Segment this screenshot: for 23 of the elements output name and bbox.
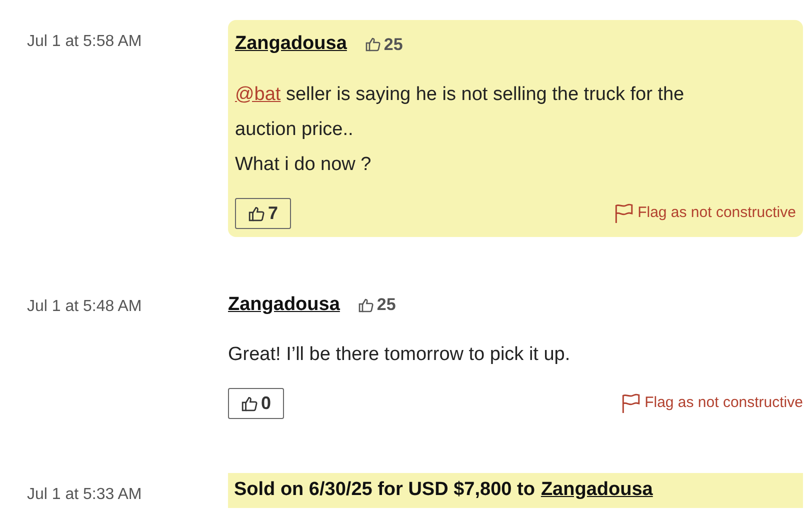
flag-icon [612,202,634,224]
buyer-link[interactable]: Zangadousa [540,476,653,504]
timestamp: Jul 1 at 5:58 AM [27,33,142,50]
reputation-count: 25 [358,292,396,318]
thumbs-up-icon [248,204,265,222]
username-link[interactable]: Zangadousa [228,290,340,319]
reputation-count: 25 [364,32,403,57]
thumbs-up-icon [364,36,381,52]
sale-text: Sold on 6/30/25 for USD $7,800 to [234,478,535,502]
mention-link[interactable]: @bat [235,84,281,104]
like-button[interactable]: 0 [228,388,284,419]
comment-text: What i do now ? [235,152,372,176]
thumbs-up-icon [241,395,258,412]
comment-text: Great! I’ll be there tomorrow to pick it up. [228,343,572,367]
timestamp: Jul 1 at 5:33 AM [27,486,142,503]
username-link[interactable]: Zangadousa [235,30,347,58]
flag-link[interactable]: Flag as not constructive [620,392,803,415]
flag-icon [620,393,641,414]
like-button[interactable]: 7 [235,198,292,228]
timestamp: Jul 1 at 5:48 AM [27,298,142,314]
flag-link[interactable]: Flag as not constructive [612,202,796,224]
thumbs-up-icon [358,296,374,313]
comment-text: @bat seller is saying he is not selling the truck for the auction price.. [235,82,686,142]
